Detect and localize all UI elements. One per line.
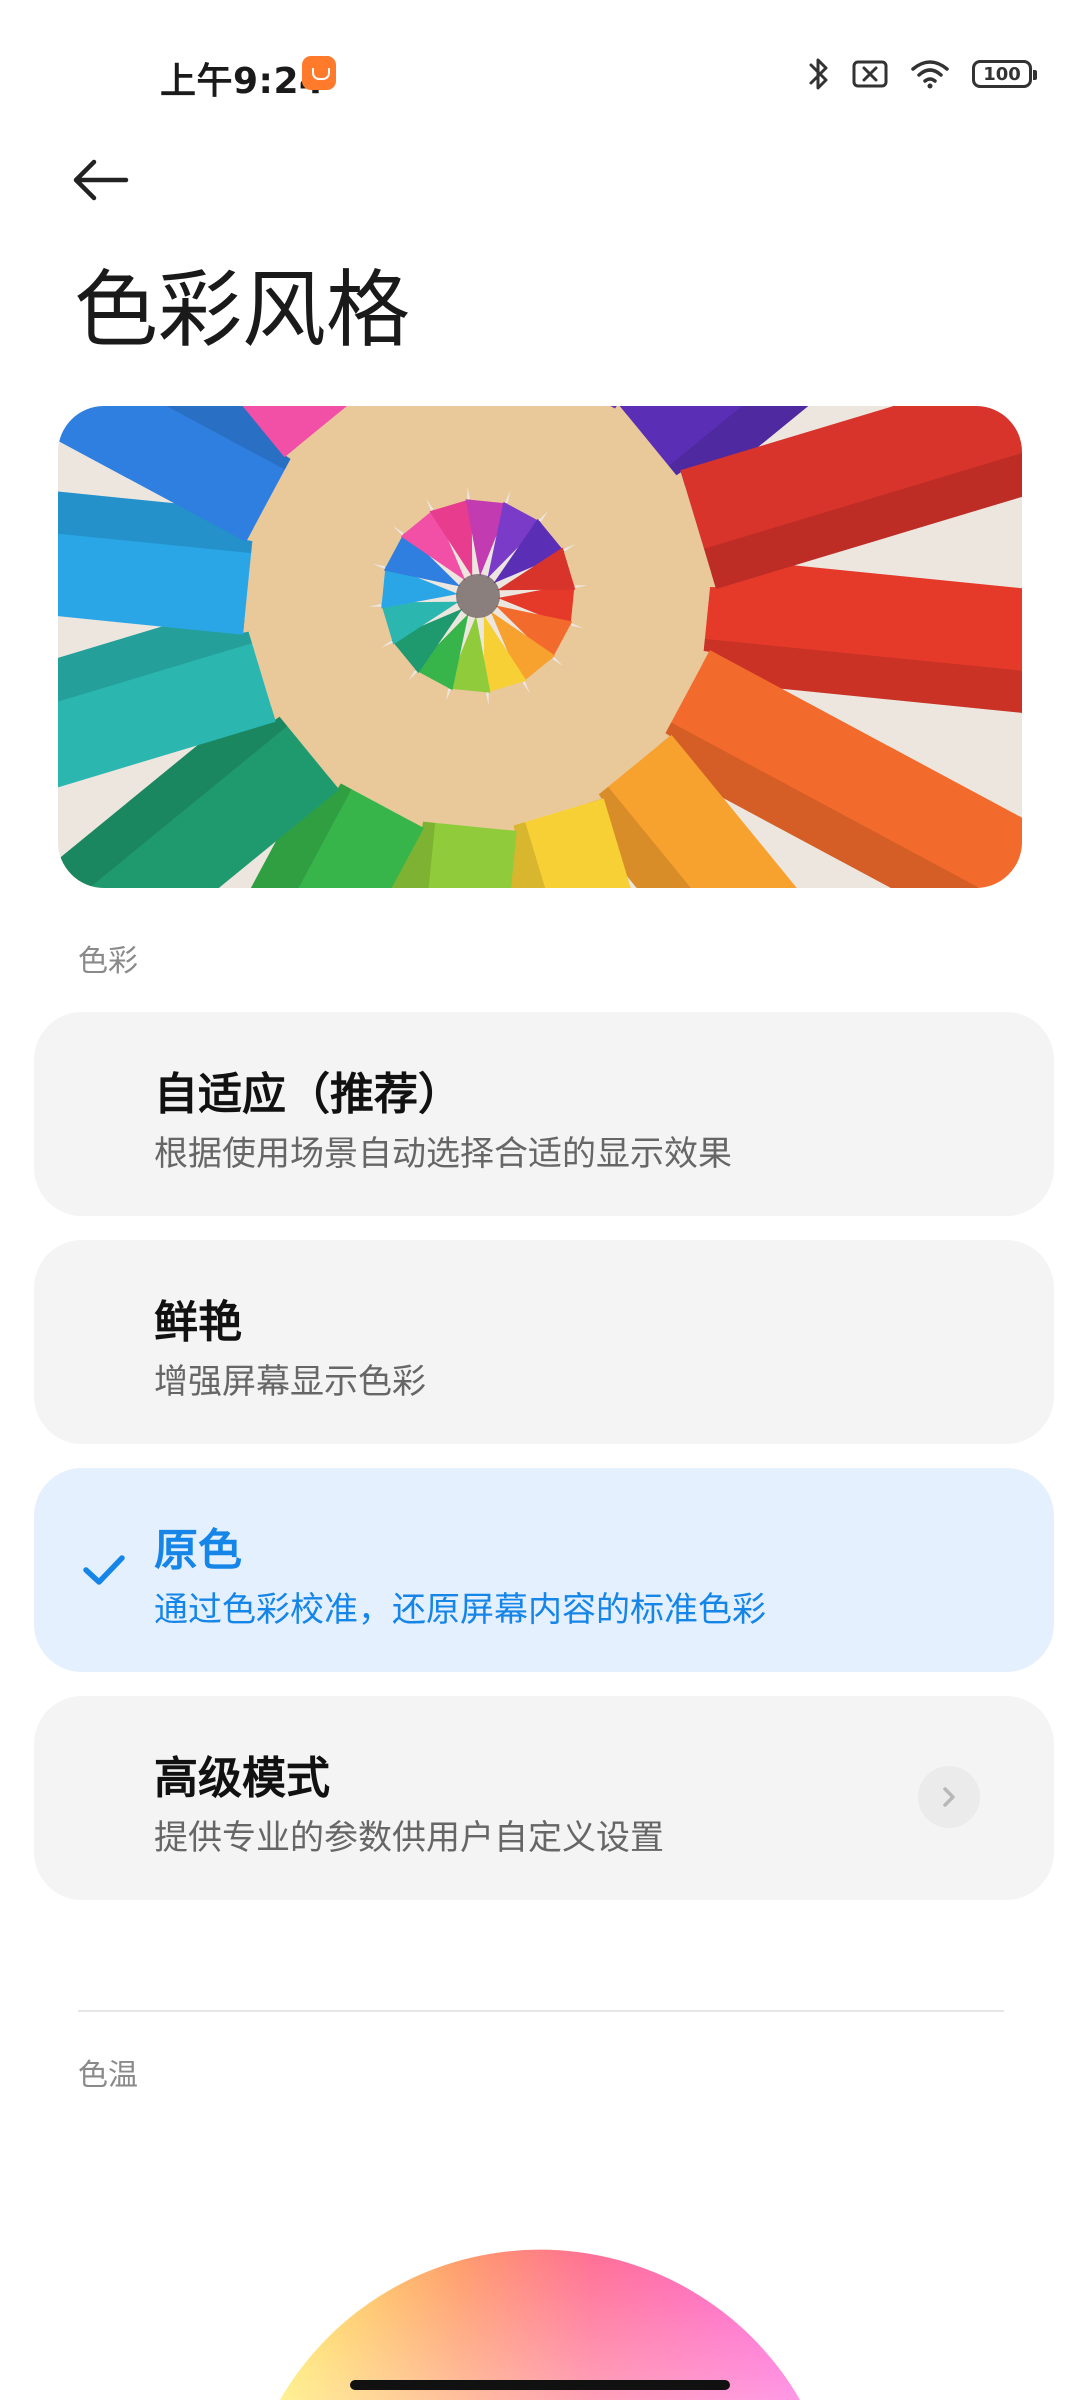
bluetooth-icon: [808, 56, 830, 92]
battery-level: 100: [983, 63, 1021, 85]
battery-icon: 100: [972, 60, 1037, 88]
back-button[interactable]: [70, 145, 150, 215]
option-standard[interactable]: 原色 通过色彩校准，还原屏幕内容的标准色彩: [34, 1468, 1054, 1672]
arrow-left-icon: [73, 159, 129, 201]
wifi-icon: [910, 59, 950, 89]
option-title: 原色: [154, 1525, 242, 1576]
option-description: 增强屏幕显示色彩: [154, 1362, 426, 1402]
temperature-section-header: 色温: [78, 2058, 138, 2093]
option-vivid[interactable]: 鲜艳 增强屏幕显示色彩: [34, 1240, 1054, 1444]
divider: [78, 2010, 1004, 2012]
color-temperature-wheel[interactable]: [280, 2226, 800, 2400]
option-advanced[interactable]: 高级模式 提供专业的参数供用户自定义设置: [34, 1696, 1054, 1900]
check-icon: [83, 1555, 125, 1585]
status-icons: 100: [808, 54, 1037, 94]
color-section-header: 色彩: [78, 944, 138, 979]
option-description: 通过色彩校准，还原屏幕内容的标准色彩: [154, 1590, 766, 1630]
option-title: 自适应（推荐）: [154, 1069, 462, 1120]
status-bar: 上午9:24 100: [0, 0, 1080, 150]
option-title: 高级模式: [154, 1753, 330, 1804]
home-indicator[interactable]: [350, 2380, 730, 2390]
option-description: 提供专业的参数供用户自定义设置: [154, 1818, 664, 1858]
page-title: 色彩风格: [74, 261, 411, 359]
option-title: 鲜艳: [154, 1297, 242, 1348]
chevron-right-icon[interactable]: [918, 1766, 980, 1828]
option-adaptive[interactable]: 自适应（推荐） 根据使用场景自动选择合适的显示效果: [34, 1012, 1054, 1216]
option-description: 根据使用场景自动选择合适的显示效果: [154, 1134, 732, 1174]
colored-pencils-illustration: [58, 406, 1022, 888]
no-sim-icon: [852, 59, 888, 89]
screen: 上午9:24 100 色彩风格 色彩 自适应（推荐） 根据使用场景自动选择合适的…: [0, 0, 1080, 2400]
colored-pencils-image: [58, 406, 1022, 888]
app-notification-icon: [302, 56, 336, 90]
status-time: 上午9:24: [160, 61, 325, 102]
